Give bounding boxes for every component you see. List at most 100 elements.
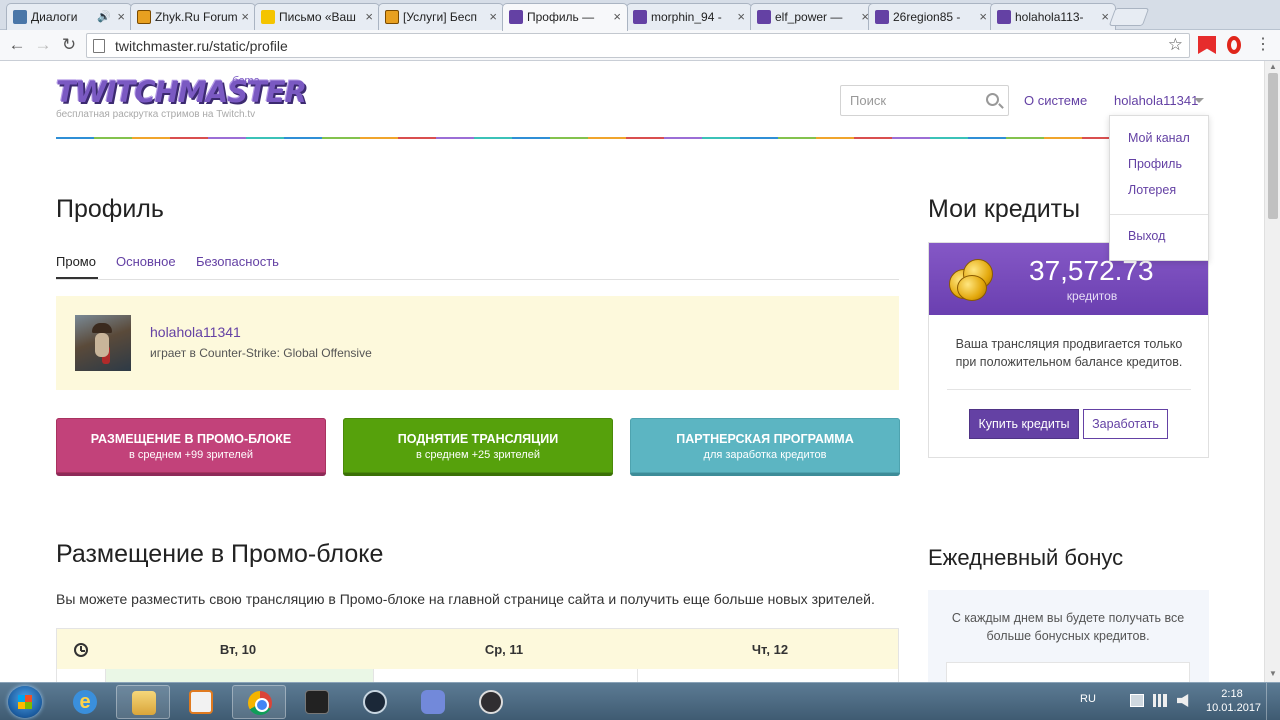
avatar[interactable] [75,315,131,371]
taskbar-explorer[interactable] [116,685,170,719]
page-scrollbar[interactable]: ▲ ▼ [1264,61,1280,682]
taskbar-ie[interactable]: e [58,685,112,719]
taskbar-obs[interactable] [464,685,518,719]
clock[interactable]: 2:18 10.01.2017 [1206,687,1261,715]
user-dropdown-menu: Мой канал Профиль Лотерея Выход [1109,115,1209,261]
promo-block-button[interactable]: РАЗМЕЩЕНИЕ В ПРОМО-БЛОКЕ в среднем +99 з… [56,418,326,476]
browser-tab-elf[interactable]: elf_power — × [750,3,876,30]
twitch-favicon-icon [875,10,889,24]
scroll-thumb[interactable] [1268,73,1278,219]
channel-name-link[interactable]: holahola11341 [150,324,241,340]
tab-close-icon[interactable]: × [737,4,745,30]
opera-extension-icon[interactable] [1227,36,1241,54]
scroll-down-icon[interactable]: ▼ [1268,669,1278,678]
tab-close-icon[interactable]: × [365,4,373,30]
tab-title: [Услуги] Бесп [403,10,477,24]
back-arrow-icon[interactable]: ← [6,34,28,56]
twitch-favicon-icon [633,10,647,24]
partner-program-button[interactable]: ПАРТНЕРСКАЯ ПРОГРАММА для заработка кред… [630,418,900,476]
volume-icon[interactable] [1177,694,1189,707]
cta-subtitle: в среднем +25 зрителей [416,449,540,461]
clock-icon [74,643,88,657]
chrome-icon [248,691,272,715]
credits-unit-label: кредитов [1066,289,1118,303]
tab-close-icon[interactable]: × [241,4,249,30]
boost-stream-button[interactable]: ПОДНЯТИЕ ТРАНСЛЯЦИИ в среднем +25 зрител… [343,418,613,476]
menu-item-profile[interactable]: Профиль [1128,157,1182,171]
schedule-slot[interactable] [105,669,373,682]
menu-divider [1110,214,1208,215]
audio-icon: 🔊 [97,11,111,23]
menu-item-lottery[interactable]: Лотерея [1128,183,1176,197]
zhyk-favicon-icon [137,10,151,24]
tab-close-icon[interactable]: × [613,4,621,30]
tab-close-icon[interactable]: × [979,4,987,30]
tab-title: Письмо «Ваш [279,10,356,24]
promo-schedule-table: Вт, 10 Ср, 11 Чт, 12 [56,628,899,682]
browser-tab-mail[interactable]: Письмо «Ваш × [254,3,380,30]
schedule-slot[interactable] [373,669,637,682]
browser-tab-services[interactable]: [Услуги] Бесп × [378,3,504,30]
taskbar-steam[interactable] [348,685,402,719]
site-search[interactable] [840,85,1009,116]
show-desktop-button[interactable] [1266,683,1280,720]
tab-close-icon[interactable]: × [489,4,497,30]
browser-tab-zhyk[interactable]: Zhyk.Ru Forum × [130,3,256,30]
scroll-up-icon[interactable]: ▲ [1268,62,1278,71]
browser-tab-26region[interactable]: 26region85 - × [868,3,994,30]
browser-toolbar: ← → ↻ twitchmaster.ru/static/profile ☆ ⋮ [0,30,1280,61]
browser-tab-morphin[interactable]: morphin_94 - × [626,3,752,30]
language-indicator[interactable]: RU [1080,693,1096,705]
bookmark-star-icon[interactable]: ☆ [1168,35,1183,55]
browser-tab-vk[interactable]: Диалоги 🔊 × [6,3,132,30]
zhyk-favicon-icon [385,10,399,24]
menu-item-logout[interactable]: Выход [1128,229,1165,243]
taskbar-media[interactable] [174,685,228,719]
search-icon[interactable] [986,93,999,106]
browser-tab-holahola[interactable]: holahola113- × [990,3,1116,30]
obs-icon [479,690,503,714]
placement-title: Размещение в Промо-блоке [56,540,384,568]
browser-menu-icon[interactable]: ⋮ [1254,36,1272,54]
tab-title: elf_power — [775,10,843,24]
tab-title: 26region85 - [893,10,961,24]
user-menu-toggle[interactable]: holahola11341 [1114,93,1198,108]
mail-favicon-icon [261,10,275,24]
bonus-text: С каждым днем вы будете получать все бол… [951,611,1185,643]
tab-promo[interactable]: Промо [56,254,96,269]
forward-arrow-icon[interactable]: → [32,34,54,56]
twitch-favicon-icon [997,10,1011,24]
taskbar-chrome[interactable] [232,685,286,719]
cta-subtitle: для заработка кредитов [703,449,827,461]
buy-credits-button[interactable]: Купить кредиты [969,409,1079,439]
start-button[interactable] [8,686,42,718]
bookmark-extension-icon[interactable] [1198,36,1216,54]
network-icon[interactable] [1153,694,1167,707]
address-url[interactable]: twitchmaster.ru/static/profile [115,38,288,54]
search-input[interactable] [850,86,980,115]
taskbar-discord[interactable] [406,685,460,719]
tab-close-icon[interactable]: × [117,4,125,30]
bonus-panel: С каждым днем вы будете получать все бол… [928,590,1209,682]
ie-icon: e [73,690,97,714]
reload-icon[interactable]: ↻ [58,34,80,56]
new-tab-button[interactable] [1108,8,1150,26]
schedule-slot[interactable] [637,669,898,682]
address-bar[interactable]: twitchmaster.ru/static/profile ☆ [86,33,1190,58]
earn-credits-button[interactable]: Заработать [1083,409,1168,439]
tab-general[interactable]: Основное [116,254,176,269]
tab-close-icon[interactable]: × [1101,4,1109,30]
chevron-down-icon[interactable] [1194,98,1204,103]
page-icon [93,39,105,53]
action-center-icon[interactable] [1130,694,1144,707]
page-title: Профиль [56,195,164,223]
tab-security[interactable]: Безопасность [196,254,279,269]
credits-divider [947,389,1191,390]
windows-taskbar: e RU 2:18 10.01.2017 [0,682,1280,720]
nav-about-link[interactable]: О системе [1024,93,1087,108]
discord-icon [421,690,445,714]
taskbar-app[interactable] [290,685,344,719]
menu-item-my-channel[interactable]: Мой канал [1128,131,1190,145]
site-logo[interactable]: TWITCHMASTER бета бесплатная раскрутка с… [56,75,307,120]
browser-tab-profile[interactable]: Профиль — × [502,3,628,31]
